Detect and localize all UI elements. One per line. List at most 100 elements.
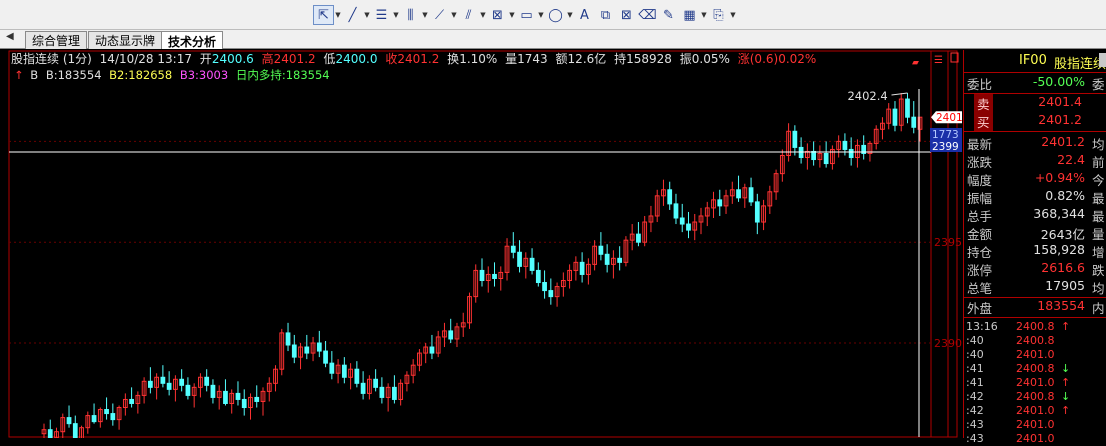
quote-row: 卖 2401.4 [964, 94, 1106, 113]
channel-dropdown-arrow[interactable]: ▼ [479, 5, 487, 25]
quote-row-extra: 增 [1092, 245, 1105, 260]
text-lines-icon[interactable]: ☰ [371, 5, 392, 25]
tick-time: :40 [966, 348, 984, 361]
color-grid-dropdown-arrow[interactable]: ▼ [700, 5, 708, 25]
quote-row-value: 158,928 [1033, 242, 1085, 257]
panel-scrollbar[interactable] [1099, 53, 1106, 67]
candle-body [241, 398, 247, 409]
quote-row-value: 2401.2 [1038, 112, 1082, 127]
quote-row: 幅度 +0.94% 今 [964, 170, 1106, 188]
candle-body [548, 290, 554, 298]
tick-time: :41 [966, 362, 984, 375]
quote-row: 外盘 183554 内 [964, 298, 1106, 316]
candle-body [291, 344, 297, 358]
quote-row-label: 买 [974, 112, 993, 131]
tab-scroll-left-icon[interactable]: ◀ [6, 31, 14, 42]
quote-row-label: 外盘 [967, 301, 993, 316]
menu-icon[interactable]: ☰ [934, 55, 943, 66]
ellipse-icon[interactable]: ◯ [545, 5, 566, 25]
candle-body [316, 342, 322, 352]
max-pointer [891, 92, 908, 96]
quote-row-label: 涨停 [967, 263, 993, 278]
fan-lines-icon[interactable]: ⟋ [429, 5, 450, 25]
amount-value: 12.6亿 [568, 51, 607, 66]
line-dropdown-arrow[interactable]: ▼ [363, 5, 371, 25]
candle-body [736, 189, 741, 199]
candle-body [360, 382, 366, 394]
tick-price: 2400.8 [1016, 362, 1055, 375]
panel-divider [964, 317, 1106, 318]
candle-body [66, 417, 72, 425]
tick-time: 13:16 [966, 320, 998, 333]
bar-lines-icon[interactable]: ⫼ [400, 5, 421, 25]
tick-row: :40 2401.0 [964, 348, 1106, 362]
chart-title: 股指连续 [11, 51, 59, 66]
line-icon[interactable]: ╱ [342, 5, 363, 25]
tab-dynamic-board[interactable]: 动态显示牌 [88, 31, 163, 49]
drawing-toolbar: ⇱ ▼ ╱ ▼ ☰ ▼ ⫼ ▼ ⟋ ▼ ⫽ ▼ ⊠ ▼ ▭ ▼ ◯ ▼ A ⧉ ⊠ ⌫ ✎ ▦ ▼ ⎘ ▼ [0, 0, 1106, 30]
quote-row-label: 持仓 [967, 245, 993, 260]
candle-body [604, 253, 610, 265]
color-grid-icon[interactable]: ▦ [679, 5, 700, 25]
cursor-icon[interactable]: ⇱ [313, 5, 334, 25]
delete-icon[interactable]: ⊠ [616, 5, 637, 25]
tab-comprehensive[interactable]: 综合管理 [25, 31, 88, 49]
ellipse-dropdown-arrow[interactable]: ▼ [566, 5, 574, 25]
quote-row-value: 368,344 [1033, 206, 1085, 221]
rectangle-icon[interactable]: ▭ [516, 5, 537, 25]
candle-body [673, 203, 679, 219]
fan-lines-dropdown-arrow[interactable]: ▼ [450, 5, 458, 25]
candle-body [160, 376, 166, 384]
candle-body [754, 201, 760, 223]
candle-body [235, 392, 241, 400]
quote-row: 委比 -50.00% 委 [964, 74, 1106, 92]
stamp-dropdown-arrow[interactable]: ▼ [729, 5, 737, 25]
cursor-price-tag: 2399 [932, 141, 959, 153]
turnover-value: 1.10% [459, 52, 497, 66]
rectangle-dropdown-arrow[interactable]: ▼ [537, 5, 545, 25]
tick-row: :42 2401.0 ↑ [964, 404, 1106, 418]
gann-icon[interactable]: ⊠ [487, 5, 508, 25]
candle-body [285, 332, 291, 346]
quote-row-extra: 均 [1092, 281, 1105, 296]
kline-chart[interactable]: 2395 2390 2402.4 2401 1773 2399 股指连续 (1分) 14… [0, 49, 1106, 446]
candle-body [210, 384, 216, 398]
candle-body [91, 415, 97, 423]
candles-group [41, 93, 923, 446]
up-arrow-icon: ↑ [14, 68, 24, 82]
tick-time: :42 [966, 404, 984, 417]
tick-time: :40 [966, 334, 984, 347]
tick-row: :42 2400.8 ↓ [964, 390, 1106, 404]
cursor-dropdown-arrow[interactable]: ▼ [334, 5, 342, 25]
amount-label: 额 [556, 52, 568, 66]
text-lines-dropdown-arrow[interactable]: ▼ [392, 5, 400, 25]
tick-row: :40 2400.8 [964, 334, 1106, 348]
eraser-icon[interactable]: ⌫ [637, 5, 658, 25]
gann-dropdown-arrow[interactable]: ▼ [508, 5, 516, 25]
stamp-icon[interactable]: ⎘ [708, 5, 729, 25]
channel-icon[interactable]: ⫽ [458, 5, 479, 25]
candle-body [529, 257, 535, 271]
copy-icon[interactable]: ⧉ [595, 5, 616, 25]
quote-row-value: +0.94% [1034, 170, 1085, 185]
candle-body [717, 199, 723, 207]
quote-row: 金额 2643亿量 [964, 224, 1106, 242]
candle-body [892, 108, 898, 126]
last-price-tag: 2401 [936, 112, 963, 124]
bar-lines-dropdown-arrow[interactable]: ▼ [421, 5, 429, 25]
text-icon[interactable]: A [574, 5, 595, 25]
tick-row: 13:16 2400.8 ↑ [964, 320, 1106, 334]
candle-body [911, 116, 917, 128]
quote-row-value: 22.4 [1057, 152, 1085, 167]
tab-technical-analysis[interactable]: 技术分析 [161, 31, 224, 50]
candle-body [341, 364, 347, 378]
low-label: 低 [323, 52, 335, 66]
tick-row: :41 2400.8 ↓ [964, 362, 1106, 376]
candle-body [110, 413, 116, 421]
quote-row-extra: 均 [1092, 137, 1105, 152]
chart-period: (1分) [63, 52, 92, 66]
kline-chart-svg[interactable]: 2395 2390 2402.4 2401 17732399 股指连续 (1分) 14… [0, 49, 963, 446]
note-icon[interactable]: ✎ [658, 5, 679, 25]
panel-header: IF00 股指连续 [964, 50, 1106, 72]
candle-body [842, 140, 848, 150]
